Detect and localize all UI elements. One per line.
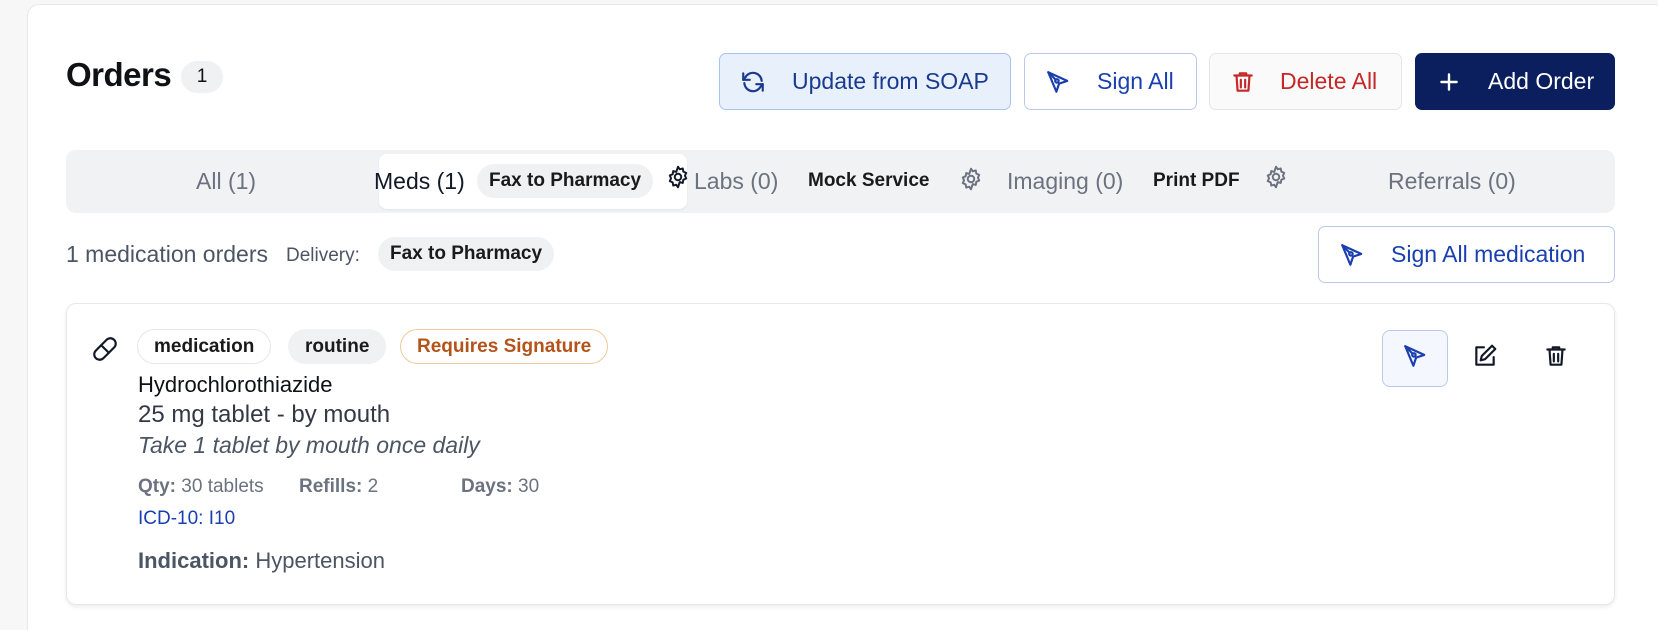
edit-order-button[interactable] [1452, 330, 1518, 387]
pill-icon [92, 336, 118, 362]
indication-label: Indication: [138, 548, 250, 573]
delivery-label: Delivery: [286, 245, 360, 266]
delete-all-button[interactable]: Delete All [1209, 53, 1402, 110]
qty-label: Qty: [138, 476, 176, 497]
trash-icon [1543, 343, 1569, 374]
delete-all-label: Delete All [1280, 68, 1378, 94]
imaging-service-label[interactable]: Print PDF [1153, 170, 1240, 192]
days-label: Days: [461, 476, 513, 497]
qty-field: Qty: 30 tablets [138, 476, 264, 498]
tab-all[interactable]: All (1) [196, 150, 256, 213]
refresh-icon [740, 69, 766, 95]
refills-field: Refills: 2 [299, 476, 378, 498]
add-order-label: Add Order [1488, 68, 1595, 94]
days-field: Days: 30 [461, 476, 539, 498]
labs-settings-gear-icon[interactable] [958, 166, 984, 192]
drug-dose: 25 mg tablet - by mouth [138, 401, 391, 428]
tab-imaging[interactable]: Imaging (0) [1007, 150, 1123, 213]
medication-orders-summary: 1 medication orders [66, 241, 268, 267]
trash-icon [1230, 69, 1256, 95]
order-status-tag: Requires Signature [400, 329, 609, 364]
update-from-soap-label: Update from SOAP [792, 68, 989, 94]
drug-instructions: Take 1 tablet by mouth once daily [138, 432, 480, 458]
pen-icon [1339, 242, 1365, 268]
sign-all-button[interactable]: Sign All [1024, 53, 1197, 110]
indication-value: Hypertension [255, 548, 385, 573]
days-value: 30 [518, 476, 540, 497]
plus-icon [1436, 69, 1462, 95]
qty-value: 30 tablets [181, 476, 264, 497]
refills-label: Refills: [299, 476, 363, 497]
indication-field: Indication: Hypertension [138, 548, 385, 574]
add-order-button[interactable]: Add Order [1415, 53, 1615, 110]
delete-order-button[interactable] [1523, 330, 1589, 387]
sign-all-medication-button[interactable]: Sign All medication [1318, 226, 1615, 283]
order-priority-tag: routine [288, 329, 387, 364]
icd-code-link[interactable]: ICD-10: I10 [138, 508, 235, 530]
update-from-soap-button[interactable]: Update from SOAP [719, 53, 1011, 110]
sign-all-medication-label: Sign All medication [1391, 241, 1586, 267]
sign-order-button[interactable] [1382, 330, 1448, 387]
imaging-settings-gear-icon[interactable] [1263, 164, 1289, 190]
tab-meds[interactable]: Meds (1) [374, 150, 465, 213]
pen-icon [1402, 343, 1428, 374]
page-title: Orders [66, 56, 172, 93]
edit-icon [1472, 343, 1498, 374]
delivery-method-chip: Fax to Pharmacy [378, 237, 555, 271]
orders-count-badge: 1 [181, 61, 223, 93]
sign-all-label: Sign All [1097, 68, 1174, 94]
refills-value: 2 [367, 476, 379, 497]
meds-service-chip[interactable]: Fax to Pharmacy [477, 164, 654, 198]
order-type-tag: medication [137, 329, 272, 364]
drug-name: Hydrochlorothiazide [138, 372, 333, 397]
labs-service-label[interactable]: Mock Service [808, 170, 929, 192]
tab-labs[interactable]: Labs (0) [694, 150, 778, 213]
tab-referrals[interactable]: Referrals (0) [1388, 150, 1516, 213]
meds-settings-gear-icon[interactable] [665, 164, 691, 190]
pen-icon [1045, 69, 1071, 95]
